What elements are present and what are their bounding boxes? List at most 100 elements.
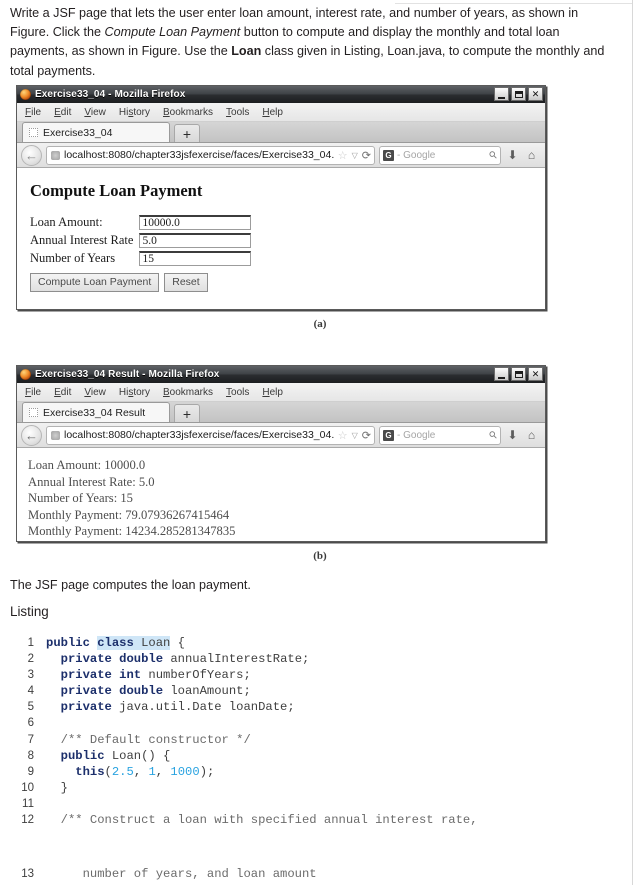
menu-item-edit[interactable]: Edit <box>54 387 71 398</box>
reset-button[interactable]: Reset <box>164 273 208 292</box>
address-bar[interactable]: localhost:8080/chapter33jsfexercise/face… <box>46 145 375 165</box>
line-number: 10 <box>21 781 34 794</box>
bookmark-star-icon[interactable]: ☆ <box>338 149 348 162</box>
page-title: Compute Loan Payment <box>30 181 203 200</box>
address-bar[interactable]: localhost:8080/chapter33jsfexercise/face… <box>46 425 375 445</box>
firefox-window-result[interactable]: Exercise33_04 Result - Mozilla Firefox ✕… <box>16 365 546 542</box>
close-button[interactable]: ✕ <box>528 367 543 381</box>
menu-item-view[interactable]: View <box>84 387 106 398</box>
compute-loan-payment-button[interactable]: Compute Loan Payment <box>30 273 160 292</box>
menu-item-file[interactable]: File <box>25 387 41 398</box>
listing-heading: Listing <box>10 604 49 619</box>
line-number: 12 <box>21 814 34 827</box>
code-line: 12 /** Construct a loan with specified a… <box>10 812 632 828</box>
menu-item-history[interactable]: History <box>119 387 150 398</box>
form-buttons: Compute Loan Payment Reset <box>30 273 545 292</box>
menu-item-history[interactable]: History <box>119 107 150 118</box>
favicon-placeholder-icon <box>29 408 38 417</box>
code-listing: 1 public class Loan { 2 private double a… <box>10 635 632 828</box>
menu-item-help[interactable]: Help <box>262 387 283 398</box>
search-engine-label: - Google <box>397 149 436 161</box>
result-total-payment: Monthly Payment: 14234.285281347835 <box>28 524 236 538</box>
maximize-button[interactable] <box>511 367 526 381</box>
code-line: 13 number of years, and loan amount <box>10 866 632 882</box>
search-input[interactable]: G - Google ⚲ <box>379 425 501 445</box>
tab-strip[interactable]: Exercise33_04 + <box>17 122 545 143</box>
search-icon[interactable]: ⚲ <box>487 429 500 442</box>
loan-amount-label: Loan Amount: <box>30 215 103 229</box>
close-button[interactable]: ✕ <box>528 87 543 101</box>
code-line: 5 private java.util.Date loanDate; <box>10 699 632 715</box>
minimize-button[interactable] <box>494 367 509 381</box>
window-controls[interactable]: ✕ <box>494 87 543 101</box>
google-search-engine-icon[interactable]: G <box>383 149 394 161</box>
menu-bar[interactable]: File Edit View History Bookmarks Tools H… <box>17 103 545 122</box>
menu-bar[interactable]: File Edit View History Bookmarks Tools H… <box>17 383 545 402</box>
downloads-icon[interactable]: ⬇ <box>505 428 520 442</box>
site-identity-icon <box>51 150 60 160</box>
window-controls[interactable]: ✕ <box>494 367 543 381</box>
loan-form: Loan Amount: 10000.0 Annual Interest Rat… <box>30 215 252 269</box>
chevron-down-icon[interactable]: ▽ <box>352 151 358 160</box>
navigation-toolbar[interactable]: ← localhost:8080/chapter33jsfexercise/fa… <box>17 423 545 448</box>
browser-tab[interactable]: Exercise33_04 Result <box>22 402 170 422</box>
line-number: 9 <box>27 765 34 778</box>
number-of-years-label: Number of Years <box>30 251 116 265</box>
code-line: 3 private int numberOfYears; <box>10 667 632 683</box>
menu-item-edit[interactable]: Edit <box>54 107 71 118</box>
menu-item-view[interactable]: View <box>84 107 106 118</box>
browser-tab[interactable]: Exercise33_04 <box>22 122 170 142</box>
tab-strip[interactable]: Exercise33_04 Result + <box>17 402 545 423</box>
annual-interest-rate-label: Annual Interest Rate <box>30 233 134 247</box>
window-title: Exercise33_04 - Mozilla Firefox <box>35 89 186 100</box>
code-listing-continued: 13 number of years, and loan amount <box>10 866 632 882</box>
code-text: public Loan() { <box>60 748 171 763</box>
new-tab-button[interactable]: + <box>174 124 200 142</box>
page-content-result: Loan Amount: 10000.0 Annual Interest Rat… <box>17 448 545 540</box>
bookmark-star-icon[interactable]: ☆ <box>338 429 348 442</box>
menu-item-tools[interactable]: Tools <box>226 387 249 398</box>
navigation-toolbar[interactable]: ← localhost:8080/chapter33jsfexercise/fa… <box>17 143 545 168</box>
code-text: public class Loan { <box>46 636 185 650</box>
maximize-button[interactable] <box>511 87 526 101</box>
reload-icon[interactable]: ⟳ <box>362 429 371 442</box>
home-icon[interactable]: ⌂ <box>524 148 539 162</box>
line-number: 4 <box>27 685 34 698</box>
reload-icon[interactable]: ⟳ <box>362 149 371 162</box>
number-of-years-input[interactable]: 15 <box>139 251 252 266</box>
loan-result-list: Loan Amount: 10000.0 Annual Interest Rat… <box>17 448 545 540</box>
line-number: 5 <box>27 701 34 714</box>
line-number: 13 <box>21 868 34 880</box>
menu-item-bookmarks[interactable]: Bookmarks <box>163 107 213 118</box>
title-bar: Exercise33_04 Result - Mozilla Firefox ✕ <box>17 366 545 383</box>
code-line: 8 public Loan() { <box>10 748 632 764</box>
minimize-button[interactable] <box>494 87 509 101</box>
downloads-icon[interactable]: ⬇ <box>505 148 520 162</box>
site-identity-icon <box>51 430 60 440</box>
home-icon[interactable]: ⌂ <box>524 428 539 442</box>
figure-caption-a: (a) <box>313 318 327 330</box>
new-tab-button[interactable]: + <box>174 404 200 422</box>
loan-amount-input[interactable]: 10000.0 <box>139 215 252 230</box>
back-arrow-icon[interactable]: ← <box>21 144 42 166</box>
browser-tab-label: Exercise33_04 <box>43 126 113 139</box>
form-row-number-of-years: Number of Years 15 <box>30 251 252 269</box>
code-text: private double annualInterestRate; <box>60 652 310 667</box>
code-line: 7 /** Default constructor */ <box>10 732 632 748</box>
line-number: 1 <box>27 637 34 649</box>
search-icon[interactable]: ⚲ <box>487 149 500 162</box>
google-search-engine-icon[interactable]: G <box>383 429 394 441</box>
annual-interest-rate-input[interactable]: 5.0 <box>139 233 252 248</box>
code-line: 6 <box>10 715 632 731</box>
page-content-form: Compute Loan Payment Loan Amount: 10000.… <box>17 181 545 295</box>
firefox-window-form[interactable]: Exercise33_04 - Mozilla Firefox ✕ File E… <box>16 85 546 310</box>
menu-item-tools[interactable]: Tools <box>226 107 249 118</box>
search-input[interactable]: G - Google ⚲ <box>379 145 501 165</box>
code-text: private int numberOfYears; <box>60 668 251 683</box>
chevron-down-icon[interactable]: ▽ <box>352 431 358 440</box>
back-arrow-icon[interactable]: ← <box>21 424 42 446</box>
menu-item-file[interactable]: File <box>25 107 41 118</box>
menu-item-bookmarks[interactable]: Bookmarks <box>163 387 213 398</box>
menu-item-help[interactable]: Help <box>262 107 283 118</box>
